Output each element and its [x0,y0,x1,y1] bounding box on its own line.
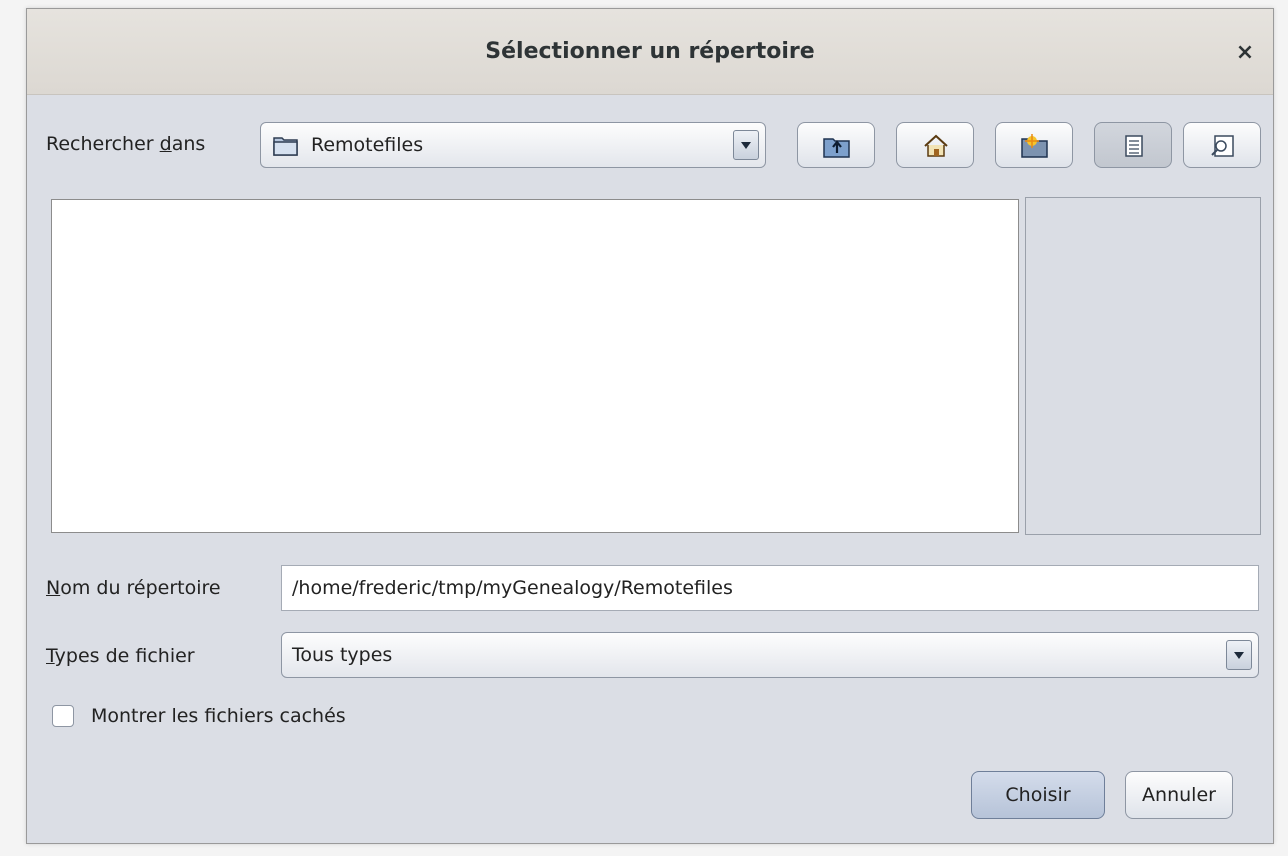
look-in-label-mnemonic: d [159,133,172,155]
file-types-combo[interactable]: Tous types [281,632,1259,678]
list-view-button[interactable] [1094,122,1172,168]
cancel-button[interactable]: Annuler [1125,771,1233,819]
look-in-value: Remotefiles [311,134,424,156]
close-icon[interactable]: × [1233,41,1257,65]
look-in-label: Rechercher dans [46,133,205,155]
chevron-down-icon[interactable] [733,130,759,160]
list-view-icon [1125,135,1143,157]
file-types-value: Tous types [292,644,393,666]
directory-name-label-rest: om du répertoire [60,577,221,599]
home-icon [924,134,948,157]
look-in-combo[interactable]: Remotefiles [260,122,766,168]
directory-name-label-mnemonic: N [46,577,61,599]
directory-name-input[interactable]: /home/frederic/tmp/myGenealogy/Remotefil… [281,565,1259,611]
file-list[interactable] [51,199,1019,533]
dialog-title: Sélectionner un répertoire [485,39,815,64]
file-types-label: Types de fichier [46,645,195,667]
file-types-label-rest: ypes de fichier [54,645,195,667]
file-chooser-dialog: Sélectionner un répertoire × Rechercher … [26,8,1274,844]
folder-icon [273,137,298,156]
show-hidden-label[interactable]: Montrer les fichiers cachés [91,705,346,727]
directory-name-label: Nom du répertoire [46,577,221,599]
look-in-label-suffix: ans [171,133,206,155]
chevron-down-icon[interactable] [1226,640,1252,670]
folder-up-icon [823,138,850,158]
preview-pane [1025,197,1261,535]
show-hidden-checkbox[interactable] [52,705,74,727]
title-bar[interactable]: Sélectionner un répertoire × [27,9,1273,95]
new-folder-button[interactable] [995,122,1073,168]
up-one-level-button[interactable] [797,122,875,168]
file-types-label-mnemonic: T [46,645,55,667]
home-button[interactable] [896,122,974,168]
new-folder-icon [1021,134,1048,158]
details-view-button[interactable] [1183,122,1261,168]
choose-button[interactable]: Choisir [971,771,1105,819]
look-in-label-prefix: Rechercher [46,133,160,155]
details-view-icon [1211,135,1234,157]
